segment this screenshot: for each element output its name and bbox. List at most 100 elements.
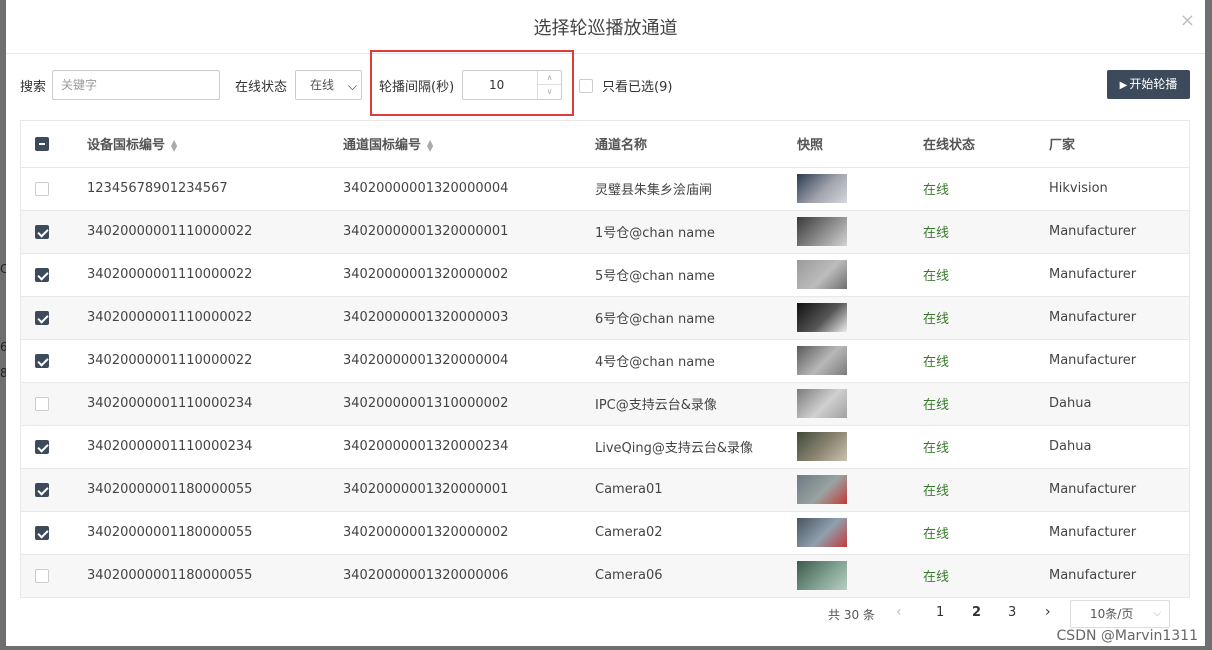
channel-select-dialog: 选择轮巡播放通道 × 搜索 关键字 在线状态 在线 ⌵ 轮播间隔(秒) 10 ∧… xyxy=(6,0,1205,646)
select-all-checkbox[interactable] xyxy=(35,136,49,151)
online-status-cell: 在线 xyxy=(923,210,1049,254)
watermark: CSDN @Marvin1311 xyxy=(1056,628,1198,644)
row-select-cell xyxy=(21,425,87,469)
channel-name-cell: 6号仓@chan name xyxy=(595,296,797,340)
chevron-left-icon[interactable]: ‹ xyxy=(896,604,902,620)
channel-name-cell: LiveQing@支持云台&录像 xyxy=(595,425,797,469)
row-checkbox[interactable] xyxy=(35,525,49,540)
row-select-cell xyxy=(21,554,87,598)
snapshot-cell xyxy=(797,339,923,383)
table-row[interactable]: 12345678901234567 34020000001320000004 灵璧县… xyxy=(21,167,1189,211)
snapshot-thumbnail[interactable] xyxy=(797,303,847,332)
start-carousel-button[interactable]: ▶ 开始轮播 xyxy=(1107,70,1190,99)
online-status-cell: 在线 xyxy=(923,425,1049,469)
page-3[interactable]: 3 xyxy=(1008,605,1016,620)
device-id-cell: 34020000001110000022 xyxy=(87,339,343,383)
page-1[interactable]: 1 xyxy=(936,605,944,620)
page-2[interactable]: 2 xyxy=(972,605,981,620)
chevron-down-icon: ⌵ xyxy=(347,79,357,93)
vendor-cell: Manufacturer xyxy=(1049,511,1189,555)
chevron-down-icon[interactable]: ∨ xyxy=(538,85,561,99)
only-selected-checkbox[interactable] xyxy=(579,79,593,93)
row-checkbox[interactable] xyxy=(35,353,49,368)
device-id-cell: 34020000001110000022 xyxy=(87,210,343,254)
pagination-total: 共 30 条 xyxy=(828,608,875,622)
channel-name-cell: 5号仓@chan name xyxy=(595,253,797,297)
channel-id-cell: 34020000001320000003 xyxy=(343,296,595,340)
column-device-id-label: 设备国标编号 xyxy=(87,138,166,154)
sort-icon[interactable]: ▲ ▼ xyxy=(171,138,177,152)
chevron-up-icon[interactable]: ∧ xyxy=(538,71,561,85)
snapshot-thumbnail[interactable] xyxy=(797,174,847,203)
channel-id-cell: 34020000001320000002 xyxy=(343,511,595,555)
row-checkbox[interactable] xyxy=(35,568,49,583)
channel-id-cell: 34020000001320000004 xyxy=(343,339,595,383)
row-checkbox[interactable] xyxy=(35,181,49,196)
table-row[interactable]: 34020000001110000234 34020000001320000234… xyxy=(21,425,1189,469)
channel-id-cell: 34020000001320000002 xyxy=(343,253,595,297)
channel-name-cell: 4号仓@chan name xyxy=(595,339,797,383)
play-icon: ▶ xyxy=(1119,80,1128,91)
column-device-id[interactable]: 设备国标编号 ▲ ▼ xyxy=(87,121,343,168)
channel-id-cell: 34020000001320000001 xyxy=(343,210,595,254)
snapshot-cell xyxy=(797,210,923,254)
online-status-cell: 在线 xyxy=(923,167,1049,211)
filter-toolbar: 搜索 关键字 在线状态 在线 ⌵ 轮播间隔(秒) 10 ∧ ∨ 只看已选(9) … xyxy=(6,50,1205,116)
snapshot-thumbnail[interactable] xyxy=(797,217,847,246)
online-status-label: 在线状态 xyxy=(235,80,288,95)
table-row[interactable]: 34020000001180000055 34020000001320000001… xyxy=(21,468,1189,512)
sort-icon[interactable]: ▲ ▼ xyxy=(427,138,433,152)
device-id-cell: 34020000001110000234 xyxy=(87,382,343,426)
close-icon[interactable]: × xyxy=(1180,10,1195,31)
vendor-cell: Hikvision xyxy=(1049,167,1189,211)
channel-id-cell: 34020000001320000001 xyxy=(343,468,595,512)
vendor-cell: Manufacturer xyxy=(1049,253,1189,297)
snapshot-thumbnail[interactable] xyxy=(797,475,847,504)
table-row[interactable]: 34020000001180000055 34020000001320000002… xyxy=(21,511,1189,555)
snapshot-thumbnail[interactable] xyxy=(797,260,847,289)
online-status-cell: 在线 xyxy=(923,296,1049,340)
device-id-cell: 12345678901234567 xyxy=(87,167,343,211)
row-checkbox[interactable] xyxy=(35,396,49,411)
channel-table: 设备国标编号 ▲ ▼ 通道国标编号 ▲ ▼ 通道名称 快照 在线状态 厂家 123456… xyxy=(20,120,1190,598)
row-select-cell xyxy=(21,468,87,512)
table-row[interactable]: 34020000001110000234 34020000001310000002… xyxy=(21,382,1189,426)
snapshot-cell xyxy=(797,382,923,426)
snapshot-cell xyxy=(797,511,923,555)
snapshot-thumbnail[interactable] xyxy=(797,518,847,547)
row-checkbox[interactable] xyxy=(35,310,49,325)
row-checkbox[interactable] xyxy=(35,224,49,239)
online-status-cell: 在线 xyxy=(923,253,1049,297)
row-select-cell xyxy=(21,210,87,254)
row-checkbox[interactable] xyxy=(35,439,49,454)
channel-name-cell: 1号仓@chan name xyxy=(595,210,797,254)
column-channel-id[interactable]: 通道国标编号 ▲ ▼ xyxy=(343,121,595,168)
channel-name-cell: 灵璧县朱集乡浍庙闸 xyxy=(595,167,797,211)
online-status-select[interactable]: 在线 ⌵ xyxy=(295,70,362,100)
snapshot-thumbnail[interactable] xyxy=(797,561,847,590)
table-row[interactable]: 34020000001110000022 34020000001320000002… xyxy=(21,253,1189,297)
row-select-cell xyxy=(21,511,87,555)
page-size-select[interactable]: 10条/页 ⌵ xyxy=(1070,600,1170,628)
device-id-cell: 34020000001180000055 xyxy=(87,511,343,555)
table-row[interactable]: 34020000001110000022 34020000001320000001… xyxy=(21,210,1189,254)
select-all-cell xyxy=(21,121,87,168)
snapshot-thumbnail[interactable] xyxy=(797,346,847,375)
channel-id-cell: 34020000001310000002 xyxy=(343,382,595,426)
table-row[interactable]: 34020000001180000055 34020000001320000006… xyxy=(21,554,1189,598)
table-row[interactable]: 34020000001110000022 34020000001320000003… xyxy=(21,296,1189,340)
online-status-value: 在线 xyxy=(310,78,335,92)
pagination: 共 30 条 ‹ 1 2 3 › 10条/页 ⌵ xyxy=(6,600,1205,628)
chevron-right-icon[interactable]: › xyxy=(1045,604,1051,620)
table-row[interactable]: 34020000001110000022 34020000001320000004… xyxy=(21,339,1189,383)
column-vendor: 厂家 xyxy=(1049,121,1189,168)
channel-name-cell: Camera01 xyxy=(595,468,797,512)
search-input[interactable]: 关键字 xyxy=(52,70,220,100)
vendor-cell: Manufacturer xyxy=(1049,339,1189,383)
row-checkbox[interactable] xyxy=(35,267,49,282)
snapshot-thumbnail[interactable] xyxy=(797,389,847,418)
row-checkbox[interactable] xyxy=(35,482,49,497)
row-select-cell xyxy=(21,296,87,340)
snapshot-thumbnail[interactable] xyxy=(797,432,847,461)
interval-input[interactable]: 10 ∧ ∨ xyxy=(462,70,562,100)
